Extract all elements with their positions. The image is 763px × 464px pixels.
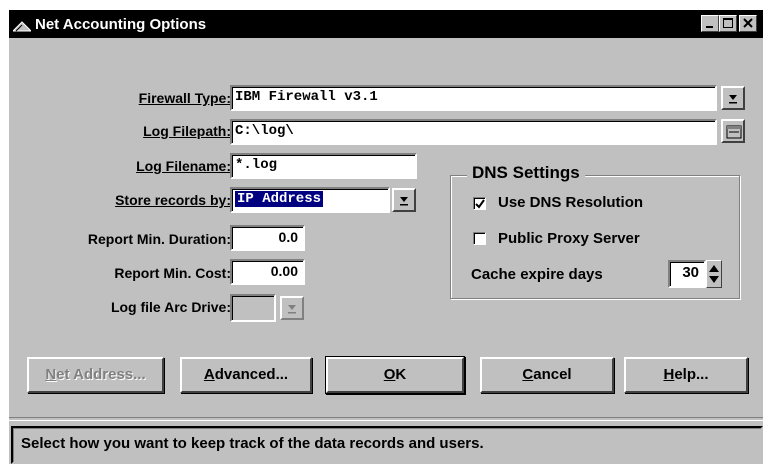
minimize-icon: [706, 26, 713, 28]
maximize-icon: [723, 18, 733, 28]
firewall-type-label: Firewall Type:: [138, 90, 231, 106]
advanced-button[interactable]: Advanced...: [180, 357, 312, 393]
store-records-by-dropdown-button[interactable]: [392, 188, 416, 212]
report-min-duration-input[interactable]: 0.0: [230, 225, 305, 251]
browse-filepath-button[interactable]: [721, 119, 745, 143]
cache-expire-days-input[interactable]: 30: [668, 260, 706, 288]
firewall-type-select[interactable]: IBM Firewall v3.1: [230, 85, 717, 111]
log-filepath-label: Log Filepath:: [143, 123, 231, 139]
spin-down-icon[interactable]: [709, 276, 719, 283]
window-title: Net Accounting Options: [35, 16, 207, 33]
log-file-arc-drive-label: Log file Arc Drive:: [110, 299, 231, 315]
cache-expire-days-label: Cache expire days: [471, 266, 603, 283]
dropdown-arrow-icon: [729, 95, 737, 104]
report-min-cost-input[interactable]: 0.00: [230, 259, 305, 285]
ok-button[interactable]: OK: [326, 357, 464, 393]
advanced-mnemonic: A: [203, 366, 215, 383]
store-records-by-value: IP Address: [235, 191, 324, 207]
separator: [9, 417, 763, 421]
log-filepath-input[interactable]: C:\log\: [230, 119, 717, 145]
log-file-arc-drive-dropdown-button[interactable]: [280, 296, 304, 320]
title-bar[interactable]: Net Accounting Options: [9, 10, 763, 38]
close-button[interactable]: [739, 15, 757, 32]
folder-browse-icon: [726, 125, 742, 139]
net-address-button[interactable]: Net Address...: [27, 357, 164, 393]
store-records-by-label: Store records by:: [115, 192, 231, 208]
cache-expire-days-spinner[interactable]: [706, 260, 722, 288]
public-proxy-server-checkbox[interactable]: [473, 232, 486, 245]
close-icon: [743, 18, 753, 28]
help-button[interactable]: Help...: [624, 357, 748, 393]
net-address-label: et Address...: [56, 366, 146, 383]
minimize-button[interactable]: [701, 15, 719, 32]
help-label: elp...: [674, 366, 709, 383]
ok-mnemonic: O: [383, 366, 396, 383]
window-icon[interactable]: [11, 19, 33, 32]
spin-up-icon[interactable]: [709, 265, 719, 272]
log-filename-label: Log Filename:: [136, 158, 231, 174]
public-proxy-server-label[interactable]: Public Proxy Server: [498, 230, 640, 247]
dns-settings-title: DNS Settings: [467, 163, 585, 183]
cancel-label: ancel: [533, 366, 572, 383]
cancel-button[interactable]: Cancel: [480, 357, 614, 393]
report-min-duration-label: Report Min. Duration:: [87, 231, 231, 247]
status-bar: Select how you want to keep track of the…: [11, 426, 763, 464]
ok-label: K: [395, 366, 407, 383]
help-mnemonic: H: [663, 366, 675, 383]
log-file-arc-drive-select[interactable]: [230, 294, 276, 322]
report-min-cost-label: Report Min. Cost:: [114, 265, 231, 281]
dropdown-arrow-icon: [400, 197, 408, 206]
net-address-mnemonic: N: [45, 366, 57, 383]
firewall-type-dropdown-button[interactable]: [721, 86, 745, 110]
store-records-by-select[interactable]: IP Address: [230, 187, 390, 213]
cancel-mnemonic: C: [522, 366, 534, 383]
checkmark-icon: [475, 199, 485, 209]
dropdown-arrow-icon: [288, 305, 296, 314]
use-dns-resolution-label[interactable]: Use DNS Resolution: [498, 194, 643, 211]
use-dns-resolution-checkbox[interactable]: [473, 197, 486, 210]
advanced-label: dvanced...: [214, 366, 289, 383]
net-accounting-options-dialog: Net Accounting Options Firewall Type: IB…: [9, 10, 763, 464]
maximize-button[interactable]: [719, 15, 737, 32]
log-filename-input[interactable]: *.log: [230, 153, 417, 179]
